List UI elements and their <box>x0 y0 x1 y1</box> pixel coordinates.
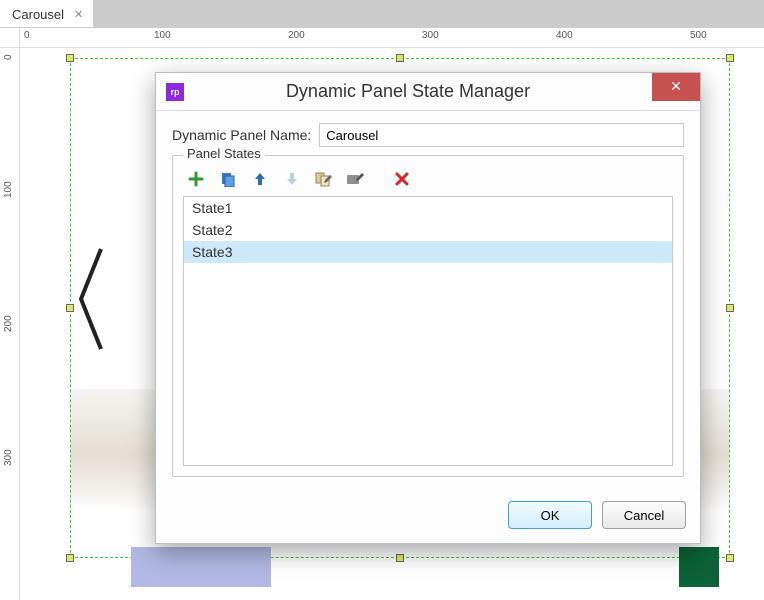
ruler-h-tick: 200 <box>288 30 305 41</box>
ruler-h-tick: 100 <box>154 30 171 41</box>
tab-strip-background <box>93 0 764 27</box>
resize-handle[interactable] <box>66 554 74 562</box>
delete-icon[interactable] <box>393 170 411 188</box>
resize-handle[interactable] <box>726 54 734 62</box>
resize-handle[interactable] <box>726 304 734 312</box>
edit-all-icon[interactable] <box>315 170 333 188</box>
document-tab-bar: Carousel ✕ <box>0 0 764 28</box>
panel-states-fieldset: Panel States <box>172 155 684 477</box>
close-button[interactable]: ✕ <box>652 73 700 101</box>
ruler-h-tick: 0 <box>24 30 30 41</box>
ruler-v-tick: 200 <box>3 315 14 332</box>
dialog-footer: OK Cancel <box>156 495 700 543</box>
state-row[interactable]: State3 <box>184 241 672 263</box>
thumbnail <box>679 547 719 587</box>
resize-handle[interactable] <box>396 554 404 562</box>
state-manager-dialog: rp Dynamic Panel State Manager ✕ Dynamic… <box>155 72 701 544</box>
panel-name-label: Dynamic Panel Name: <box>172 127 311 143</box>
ruler-h-tick: 300 <box>422 30 439 41</box>
resize-handle[interactable] <box>66 54 74 62</box>
states-toolbar <box>183 164 673 196</box>
thumbnail <box>131 547 271 587</box>
ruler-v-tick: 100 <box>3 181 14 198</box>
app-icon: rp <box>166 83 184 101</box>
close-icon: ✕ <box>670 78 682 95</box>
ruler-v-tick: 0 <box>3 54 14 60</box>
dialog-body: Dynamic Panel Name: Panel States <box>156 111 700 495</box>
state-row[interactable]: State1 <box>184 197 672 219</box>
ok-button[interactable]: OK <box>508 501 592 529</box>
dialog-titlebar[interactable]: rp Dynamic Panel State Manager ✕ <box>156 73 700 111</box>
ruler-h-tick: 400 <box>556 30 573 41</box>
panel-name-row: Dynamic Panel Name: <box>172 123 684 147</box>
states-list[interactable]: State1 State2 State3 <box>183 196 673 466</box>
resize-handle[interactable] <box>726 554 734 562</box>
ruler-corner <box>0 28 20 48</box>
panel-name-input[interactable] <box>319 123 684 147</box>
resize-handle[interactable] <box>396 54 404 62</box>
state-row[interactable]: State2 <box>184 219 672 241</box>
ruler-h-tick: 500 <box>690 30 707 41</box>
dialog-title: Dynamic Panel State Manager <box>192 81 644 102</box>
close-icon[interactable]: ✕ <box>72 8 85 21</box>
chevron-left-icon <box>71 239 111 359</box>
cancel-button[interactable]: Cancel <box>602 501 686 529</box>
document-tab[interactable]: Carousel ✕ <box>0 2 93 27</box>
edit-state-icon[interactable] <box>347 170 365 188</box>
document-tab-label: Carousel <box>12 7 64 22</box>
ruler-horizontal: 0 100 200 300 400 500 <box>20 28 764 48</box>
ruler-vertical: 0 100 200 300 <box>0 48 20 600</box>
ruler-v-tick: 300 <box>3 449 14 466</box>
panel-states-legend: Panel States <box>183 146 265 161</box>
duplicate-icon[interactable] <box>219 170 237 188</box>
move-down-icon[interactable] <box>283 170 301 188</box>
add-icon[interactable] <box>187 170 205 188</box>
move-up-icon[interactable] <box>251 170 269 188</box>
